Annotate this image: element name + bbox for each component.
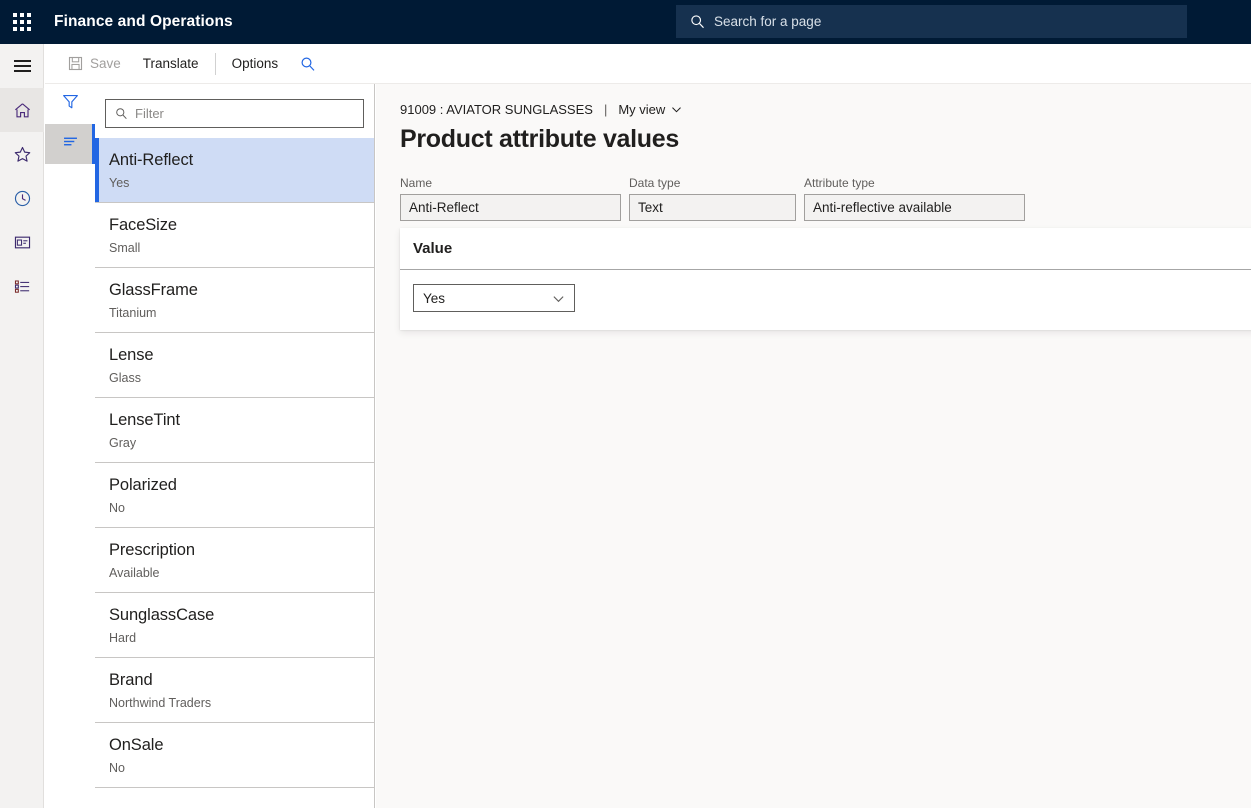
translate-label: Translate <box>143 56 199 71</box>
fields-row: Name Anti-Reflect Data type Text Attribu… <box>376 154 1251 221</box>
value-dropdown-text: Yes <box>423 291 445 306</box>
search-icon <box>300 56 316 72</box>
breadcrumb: 91009 : AVIATOR SUNGLASSES | My view <box>376 84 1251 117</box>
home-icon[interactable] <box>0 88 44 132</box>
list-item-subtitle: Hard <box>109 630 374 646</box>
options-button[interactable]: Options <box>221 44 290 84</box>
list-item[interactable]: Polarized No <box>95 463 374 528</box>
command-search-button[interactable] <box>289 44 334 84</box>
value-section-card: Value Yes <box>400 228 1251 330</box>
list-item[interactable]: OnSale No <box>95 723 374 788</box>
view-selector-label: My view <box>618 102 665 117</box>
save-label: Save <box>90 56 121 71</box>
field-data-type-value[interactable]: Text <box>629 194 796 221</box>
breadcrumb-separator: | <box>604 102 607 117</box>
list-item-title: Anti-Reflect <box>109 150 374 171</box>
field-name-label: Name <box>400 176 621 190</box>
save-disk-icon <box>68 56 83 71</box>
list-item-title: SunglassCase <box>109 605 374 626</box>
attribute-list-panel: Anti-Reflect Yes FaceSize Small GlassFrame Ti… <box>95 84 375 808</box>
list-item-title: Brand <box>109 670 374 691</box>
breadcrumb-record: 91009 : AVIATOR SUNGLASSES <box>400 102 593 117</box>
app-title: Finance and Operations <box>54 13 233 31</box>
page-title: Product attribute values <box>376 117 1251 154</box>
list-item-subtitle: Northwind Traders <box>109 695 374 711</box>
star-icon[interactable] <box>0 132 44 176</box>
field-attribute-type-value[interactable]: Anti-reflective available <box>804 194 1025 221</box>
options-label: Options <box>232 56 279 71</box>
hamburger-menu-icon[interactable] <box>0 44 44 88</box>
main-content: 91009 : AVIATOR SUNGLASSES | My view Pro… <box>376 84 1251 808</box>
list-lines-icon <box>61 132 80 156</box>
list-icon[interactable] <box>0 264 44 308</box>
search-input[interactable] <box>714 14 1154 29</box>
list-item-subtitle: Available <box>109 565 374 581</box>
filter-input[interactable] <box>135 106 335 121</box>
list-item-title: Prescription <box>109 540 374 561</box>
view-selector[interactable]: My view <box>618 102 682 117</box>
list-item-title: Lense <box>109 345 374 366</box>
chevron-down-icon <box>552 292 565 305</box>
list-item-subtitle: Titanium <box>109 305 374 321</box>
command-bar: Save Translate Options <box>45 44 1251 84</box>
list-item-title: FaceSize <box>109 215 374 236</box>
filter-box[interactable] <box>105 99 364 128</box>
navigation-rail <box>0 44 44 808</box>
list-item-title: GlassFrame <box>109 280 374 301</box>
field-data-type: Data type Text <box>629 176 796 221</box>
list-item-subtitle: Gray <box>109 435 374 451</box>
chevron-down-icon <box>671 104 682 115</box>
attribute-list: Anti-Reflect Yes FaceSize Small GlassFrame Ti… <box>95 138 374 788</box>
list-item[interactable]: FaceSize Small <box>95 203 374 268</box>
list-item[interactable]: GlassFrame Titanium <box>95 268 374 333</box>
value-section-header: Value <box>400 228 1251 270</box>
command-separator <box>215 53 216 75</box>
filter-panel-button[interactable] <box>45 84 95 124</box>
search-icon <box>689 13 706 30</box>
list-panel-button[interactable] <box>45 124 95 164</box>
search-icon <box>115 107 128 120</box>
field-attribute-type-label: Attribute type <box>804 176 1025 190</box>
list-item[interactable]: LenseTint Gray <box>95 398 374 463</box>
list-item-title: OnSale <box>109 735 374 756</box>
clock-icon[interactable] <box>0 176 44 220</box>
save-button[interactable]: Save <box>57 44 132 84</box>
list-item[interactable]: Lense Glass <box>95 333 374 398</box>
field-name: Name Anti-Reflect <box>400 176 621 221</box>
value-section-body: Yes <box>400 270 1251 330</box>
list-item[interactable]: Brand Northwind Traders <box>95 658 374 723</box>
value-dropdown[interactable]: Yes <box>413 284 575 312</box>
translate-button[interactable]: Translate <box>132 44 210 84</box>
field-name-value[interactable]: Anti-Reflect <box>400 194 621 221</box>
field-data-type-label: Data type <box>629 176 796 190</box>
list-item-title: LenseTint <box>109 410 374 431</box>
list-item-subtitle: Glass <box>109 370 374 386</box>
list-item[interactable]: Prescription Available <box>95 528 374 593</box>
list-item[interactable]: Anti-Reflect Yes <box>95 138 374 203</box>
funnel-filter-icon <box>61 92 80 116</box>
workspace-icon[interactable] <box>0 220 44 264</box>
list-item-subtitle: Yes <box>109 175 374 191</box>
field-attribute-type: Attribute type Anti-reflective available <box>804 176 1025 221</box>
list-item-subtitle: Small <box>109 240 374 256</box>
app-header: Finance and Operations <box>0 0 1251 44</box>
list-item[interactable]: SunglassCase Hard <box>95 593 374 658</box>
app-launcher-waffle-icon[interactable] <box>0 0 44 44</box>
global-search[interactable] <box>676 5 1187 38</box>
filter-wrapper <box>95 84 374 138</box>
list-item-title: Polarized <box>109 475 374 496</box>
list-toolstrip <box>45 84 95 808</box>
list-item-subtitle: No <box>109 500 374 516</box>
list-item-subtitle: No <box>109 760 374 776</box>
